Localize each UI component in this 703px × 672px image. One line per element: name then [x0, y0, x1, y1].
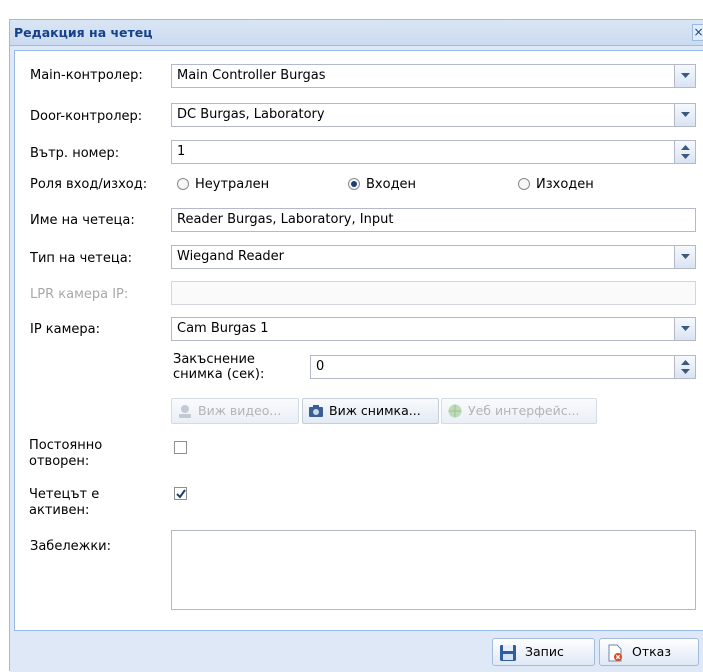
- checkmark-icon: [176, 489, 186, 499]
- chevron-down-icon[interactable]: [674, 246, 695, 268]
- door-controller-combo[interactable]: DC Burgas, Laboratory: [171, 103, 696, 127]
- reader-active-label: Четецът е активен:: [29, 487, 99, 519]
- lpr-camera-ip-label: LPR камера IP:: [30, 287, 129, 302]
- web-interface-label: Уеб интерфейс...: [468, 403, 580, 418]
- role-label: Роля вход/изход:: [30, 177, 148, 192]
- snapshot-delay-label-line1: Закъснение: [173, 352, 255, 367]
- radio-icon: [177, 178, 189, 190]
- reader-type-value: Wiegand Reader: [177, 249, 285, 264]
- reader-active-checkbox[interactable]: [174, 487, 187, 500]
- view-video-label: Виж видео...: [198, 403, 282, 418]
- cancel-label: Отказ: [632, 644, 671, 659]
- close-icon[interactable]: ×: [692, 24, 703, 41]
- reader-active-label-line2: активен:: [29, 503, 90, 518]
- reader-type-label: Тип на четеца:: [30, 251, 133, 266]
- notes-textarea[interactable]: [171, 530, 696, 610]
- role-option-neutral: Неутрален: [195, 177, 270, 192]
- role-radio-input[interactable]: Входен: [348, 177, 416, 192]
- save-button[interactable]: Запис: [492, 638, 595, 666]
- internal-number-value: 1: [177, 144, 186, 159]
- dialog-footer: Запис Отказ: [10, 631, 703, 672]
- dialog-title: Редакция на четец: [14, 25, 153, 40]
- cancel-button[interactable]: Отказ: [599, 638, 699, 666]
- lpr-camera-ip-input[interactable]: [171, 281, 696, 305]
- view-snapshot-button[interactable]: Виж снимка...: [302, 398, 439, 424]
- internal-number-spinner[interactable]: 1: [171, 140, 696, 164]
- snapshot-delay-label-line2: снимка (сек):: [173, 367, 265, 382]
- main-controller-label: Main-контролер:: [30, 68, 143, 83]
- web-interface-button[interactable]: Уеб интерфейс...: [441, 398, 597, 424]
- floppy-disk-icon: [500, 645, 516, 661]
- always-open-label-line2: отворен:: [29, 454, 90, 469]
- spinner-arrows-icon[interactable]: [674, 356, 695, 378]
- view-video-button[interactable]: Виж видео...: [171, 398, 299, 424]
- save-label: Запис: [525, 644, 564, 659]
- role-option-input: Входен: [366, 177, 417, 192]
- reader-name-input[interactable]: Reader Burgas, Laboratory, Input: [171, 208, 696, 232]
- door-controller-value: DC Burgas, Laboratory: [177, 107, 325, 122]
- radio-checked-icon: [348, 178, 360, 190]
- video-camera-icon: [179, 405, 191, 418]
- cancel-document-icon: [608, 644, 622, 662]
- edit-reader-dialog: Редакция на четец × Main-контролер: Main…: [9, 19, 703, 672]
- chevron-down-icon[interactable]: [674, 104, 695, 126]
- globe-icon: [448, 404, 462, 418]
- spinner-arrows-icon[interactable]: [674, 141, 695, 163]
- always-open-label-line1: Постоянно: [29, 438, 103, 453]
- ip-camera-combo[interactable]: Cam Burgas 1: [171, 317, 696, 341]
- chevron-down-icon[interactable]: [674, 318, 695, 340]
- always-open-checkbox[interactable]: [174, 441, 187, 454]
- role-radio-output[interactable]: Изходен: [518, 177, 594, 192]
- dialog-titlebar[interactable]: Редакция на четец ×: [10, 20, 703, 46]
- chevron-down-icon[interactable]: [674, 65, 695, 87]
- ip-camera-label: IP камера:: [30, 322, 101, 337]
- ip-camera-value: Cam Burgas 1: [177, 321, 269, 336]
- reader-name-label: Име на четеца:: [30, 213, 135, 228]
- snapshot-delay-value: 0: [316, 359, 325, 374]
- photo-camera-icon: [309, 405, 323, 417]
- reader-name-value: Reader Burgas, Laboratory, Input: [177, 212, 394, 227]
- main-controller-value: Main Controller Burgas: [177, 68, 326, 83]
- reader-active-label-line1: Четецът е: [29, 487, 100, 502]
- radio-icon: [518, 178, 530, 190]
- role-option-output: Изходен: [536, 177, 594, 192]
- always-open-label: Постоянно отворен:: [29, 438, 102, 470]
- snapshot-delay-label: Закъснение снимка (сек):: [173, 352, 264, 382]
- door-controller-label: Door-контролер:: [30, 109, 143, 124]
- role-radio-neutral[interactable]: Неутрален: [177, 177, 269, 192]
- snapshot-delay-spinner[interactable]: 0: [310, 355, 696, 379]
- notes-label: Забележки:: [30, 539, 112, 554]
- view-snapshot-label: Виж снимка...: [329, 403, 421, 418]
- internal-number-label: Вътр. номер:: [30, 146, 120, 161]
- reader-type-combo[interactable]: Wiegand Reader: [171, 245, 696, 269]
- main-controller-combo[interactable]: Main Controller Burgas: [171, 64, 696, 88]
